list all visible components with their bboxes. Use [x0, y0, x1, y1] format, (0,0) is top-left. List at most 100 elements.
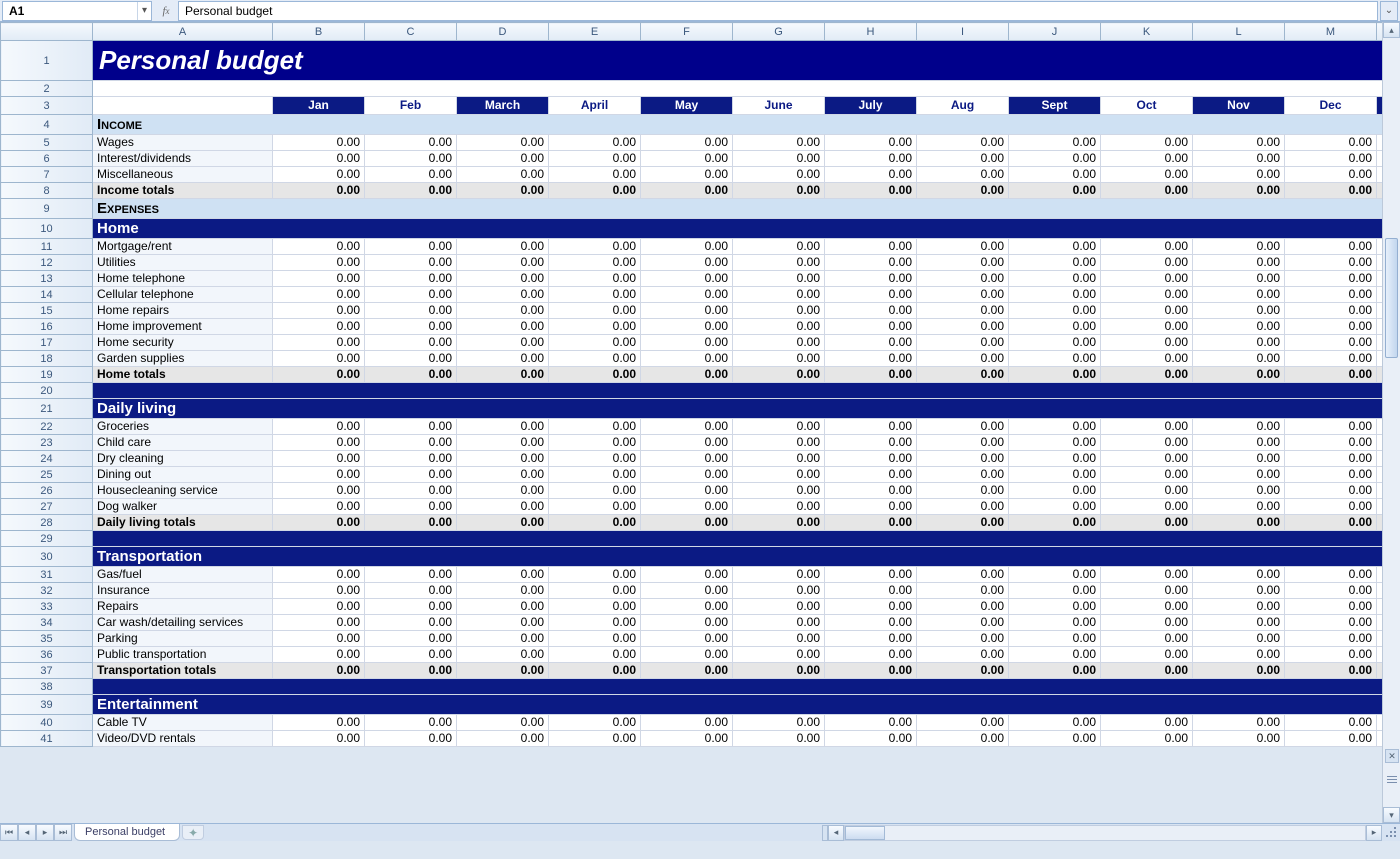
data-cell[interactable]: 0.00 [825, 303, 917, 319]
row-header[interactable]: 33 [1, 599, 93, 615]
data-cell[interactable]: 0.00 [365, 351, 457, 367]
scroll-down-button[interactable]: ▾ [1383, 807, 1400, 823]
data-cell[interactable]: 0.00 [1009, 567, 1101, 583]
column-header[interactable]: B [273, 23, 365, 41]
data-cell[interactable]: 0.00 [1101, 599, 1193, 615]
data-cell[interactable]: 0.00 [1193, 367, 1285, 383]
data-cell[interactable]: 0.00 [917, 515, 1009, 531]
row-header[interactable]: 28 [1, 515, 93, 531]
row-label[interactable]: Utilities [93, 255, 273, 271]
data-cell[interactable]: 0.00 [549, 319, 641, 335]
data-cell[interactable]: 0.00 [365, 239, 457, 255]
data-cell[interactable]: 0.00 [457, 499, 549, 515]
data-cell[interactable]: 0.00 [917, 731, 1009, 747]
data-cell[interactable]: 0.00 [1009, 419, 1101, 435]
tab-next-button[interactable]: ▸ [36, 824, 54, 841]
data-cell[interactable]: 0.00 [457, 183, 549, 199]
data-cell[interactable]: 0.00 [1009, 367, 1101, 383]
data-cell[interactable]: 0.00 [917, 351, 1009, 367]
data-cell[interactable]: 0.00 [273, 151, 365, 167]
data-cell[interactable]: 0.00 [1009, 467, 1101, 483]
data-cell[interactable]: 0.00 [641, 583, 733, 599]
data-cell[interactable]: 0.00 [457, 271, 549, 287]
data-cell[interactable]: 0.00 [1193, 239, 1285, 255]
data-cell[interactable]: 0.00 [1285, 583, 1377, 599]
data-cell[interactable]: 0.00 [1101, 647, 1193, 663]
row-header[interactable]: 15 [1, 303, 93, 319]
data-cell[interactable]: 0.00 [1101, 151, 1193, 167]
data-cell[interactable]: 0.00 [1101, 467, 1193, 483]
row-label[interactable]: Home repairs [93, 303, 273, 319]
data-cell[interactable]: 0.00 [1285, 715, 1377, 731]
data-cell[interactable]: 0.00 [1009, 255, 1101, 271]
data-cell[interactable]: 0.00 [1193, 715, 1285, 731]
data-cell[interactable]: 0.00 [1285, 351, 1377, 367]
totals-label[interactable]: Income totals [93, 183, 273, 199]
data-cell[interactable]: 0.00 [641, 515, 733, 531]
data-cell[interactable]: 0.00 [917, 271, 1009, 287]
row-header[interactable]: 12 [1, 255, 93, 271]
row-label[interactable]: Video/DVD rentals [93, 731, 273, 747]
data-cell[interactable]: 0.00 [1009, 435, 1101, 451]
tab-first-button[interactable]: ⏮ [0, 824, 18, 841]
data-cell[interactable]: 0.00 [825, 567, 917, 583]
data-cell[interactable]: 0.00 [457, 419, 549, 435]
data-cell[interactable]: 0.00 [825, 599, 917, 615]
data-cell[interactable]: 0.00 [825, 583, 917, 599]
month-header[interactable]: May [641, 97, 733, 115]
data-cell[interactable]: 0.00 [457, 255, 549, 271]
data-cell[interactable]: 0.00 [365, 419, 457, 435]
subsection-header[interactable]: Transportation [93, 547, 1400, 567]
row-label[interactable]: Public transportation [93, 647, 273, 663]
data-cell[interactable]: 0.00 [1009, 499, 1101, 515]
title-cell[interactable]: Personal budget [93, 41, 1400, 81]
data-cell[interactable]: 0.00 [1285, 647, 1377, 663]
data-cell[interactable]: 0.00 [641, 351, 733, 367]
data-cell[interactable]: 0.00 [365, 467, 457, 483]
data-cell[interactable]: 0.00 [825, 151, 917, 167]
data-cell[interactable]: 0.00 [273, 303, 365, 319]
row-label[interactable]: Dog walker [93, 499, 273, 515]
spreadsheet-grid[interactable]: ABCDEFGHIJKLM1Personal budget23JanFebMar… [0, 22, 1400, 747]
data-cell[interactable]: 0.00 [733, 615, 825, 631]
data-cell[interactable]: 0.00 [1009, 183, 1101, 199]
data-cell[interactable]: 0.00 [457, 615, 549, 631]
data-cell[interactable]: 0.00 [917, 631, 1009, 647]
data-cell[interactable]: 0.00 [917, 183, 1009, 199]
data-cell[interactable]: 0.00 [273, 499, 365, 515]
data-cell[interactable]: 0.00 [365, 499, 457, 515]
month-header[interactable]: June [733, 97, 825, 115]
row-label[interactable]: Home security [93, 335, 273, 351]
data-cell[interactable]: 0.00 [365, 583, 457, 599]
column-header[interactable]: K [1101, 23, 1193, 41]
data-cell[interactable]: 0.00 [1285, 271, 1377, 287]
row-header[interactable]: 1 [1, 41, 93, 81]
vscroll-track[interactable] [1383, 38, 1400, 807]
data-cell[interactable]: 0.00 [1009, 271, 1101, 287]
data-cell[interactable]: 0.00 [273, 451, 365, 467]
horizontal-scrollbar[interactable]: ◂ ▸ [822, 824, 1382, 841]
data-cell[interactable]: 0.00 [1193, 451, 1285, 467]
row-header[interactable]: 7 [1, 167, 93, 183]
data-cell[interactable]: 0.00 [1193, 615, 1285, 631]
data-cell[interactable]: 0.00 [733, 303, 825, 319]
row-label[interactable]: Gas/fuel [93, 567, 273, 583]
data-cell[interactable]: 0.00 [641, 435, 733, 451]
data-cell[interactable]: 0.00 [273, 167, 365, 183]
data-cell[interactable]: 0.00 [641, 599, 733, 615]
data-cell[interactable]: 0.00 [641, 715, 733, 731]
data-cell[interactable]: 0.00 [641, 303, 733, 319]
data-cell[interactable]: 0.00 [1285, 367, 1377, 383]
data-cell[interactable]: 0.00 [1009, 287, 1101, 303]
data-cell[interactable]: 0.00 [549, 419, 641, 435]
name-box-dropdown[interactable]: ▾ [137, 2, 151, 20]
data-cell[interactable]: 0.00 [365, 731, 457, 747]
data-cell[interactable]: 0.00 [825, 615, 917, 631]
data-cell[interactable]: 0.00 [1193, 335, 1285, 351]
data-cell[interactable]: 0.00 [1285, 483, 1377, 499]
vertical-scrollbar[interactable]: ▴ ✕ ▾ [1382, 22, 1400, 823]
month-header[interactable]: July [825, 97, 917, 115]
data-cell[interactable]: 0.00 [1193, 419, 1285, 435]
data-cell[interactable]: 0.00 [917, 583, 1009, 599]
data-cell[interactable]: 0.00 [825, 319, 917, 335]
